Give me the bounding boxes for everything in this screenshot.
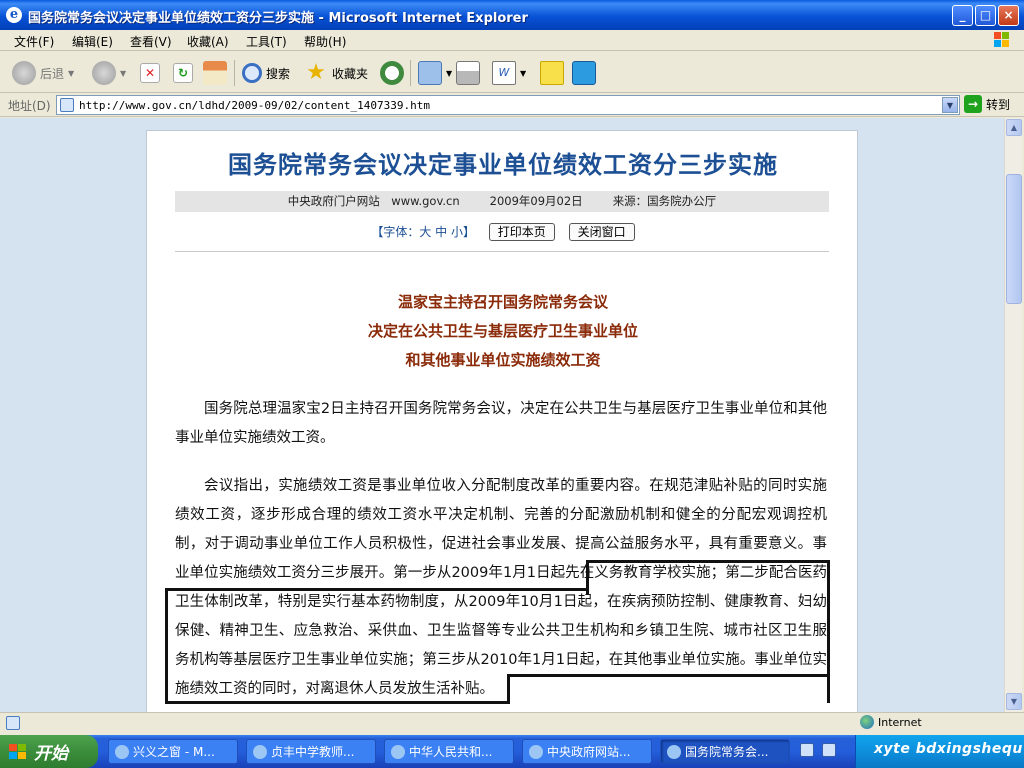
scroll-down-icon[interactable]: ▼ <box>1006 693 1022 710</box>
menu-edit[interactable]: 编辑(E) <box>72 33 113 50</box>
scroll-up-icon[interactable]: ▲ <box>1006 119 1022 136</box>
go-button[interactable]: → 转到 <box>964 95 1010 113</box>
title-bar: e 国务院常务会议决定事业单位绩效工资分三步实施 - Microsoft Int… <box>0 0 1024 30</box>
ie-logo-icon: e <box>6 7 22 23</box>
maximize-button[interactable]: □ <box>975 5 996 26</box>
history-button[interactable] <box>380 60 404 86</box>
toolbar: 后退 ▼ ▼ ✕ ↻ 搜索 ★ 收藏夹 ▼ W ▼ <box>0 52 1024 93</box>
stop-button[interactable]: ✕ <box>140 60 160 86</box>
printer-icon <box>456 61 480 85</box>
history-icon <box>380 61 404 85</box>
close-window-button[interactable]: 关闭窗口 <box>568 223 635 241</box>
ie-icon <box>115 744 129 759</box>
scroll-thumb[interactable] <box>1006 174 1022 304</box>
messenger-button[interactable] <box>572 60 596 86</box>
ie-icon <box>391 744 405 759</box>
zone-label: Internet <box>878 715 922 729</box>
menu-tools[interactable]: 工具(T) <box>246 33 287 50</box>
messenger-icon <box>572 61 596 85</box>
star-icon: ★ <box>306 60 326 85</box>
publish-date: 2009年09月02日 <box>489 194 583 208</box>
status-bar: Internet <box>0 712 1024 734</box>
print-button[interactable] <box>456 60 480 86</box>
font-size-selector[interactable]: 【字体：大 中 小】 <box>371 225 475 239</box>
ie-icon <box>667 744 681 759</box>
go-arrow-icon: → <box>964 95 982 113</box>
menu-file[interactable]: 文件(F) <box>14 33 54 50</box>
page-status-icon <box>6 716 20 730</box>
menu-help[interactable]: 帮助(H) <box>304 33 346 50</box>
windows-logo-icon <box>9 743 26 759</box>
highlight-box-bottom-edge <box>507 674 830 677</box>
ie-icon <box>529 744 543 759</box>
forward-arrow-icon <box>92 61 116 85</box>
system-tray: xyte bdxingshequ <box>855 735 1024 768</box>
search-icon <box>242 63 262 83</box>
divider <box>175 251 829 252</box>
address-bar: 地址(D) http://www.gov.cn/ldhd/2009-09/02/… <box>0 93 1024 117</box>
start-button[interactable]: 开始 <box>0 735 98 768</box>
article-source: 来源：国务院办公厅 <box>612 194 717 208</box>
help-icon[interactable] <box>822 743 836 757</box>
font-size-row: 【字体：大 中 小】 打印本页 关闭窗口 <box>147 223 859 241</box>
windows-flag-icon <box>994 32 1009 47</box>
word-edit-icon: W <box>492 61 516 85</box>
taskbar-item[interactable]: 贞丰中学教师... <box>246 739 376 764</box>
go-label: 转到 <box>986 97 1011 112</box>
forward-button[interactable]: ▼ <box>92 60 126 86</box>
taskbar-item-active[interactable]: 国务院常务会... <box>660 739 790 764</box>
subtitle-3: 和其他事业单位实施绩效工资 <box>405 351 601 369</box>
vertical-scrollbar[interactable]: ▲ ▼ <box>1004 118 1022 712</box>
ie-icon <box>253 744 267 759</box>
address-dropdown-icon[interactable]: ▼ <box>942 97 958 113</box>
security-zone: Internet <box>860 715 922 729</box>
address-url: http://www.gov.cn/ldhd/2009-09/02/conten… <box>79 99 430 112</box>
taskbar: 开始 兴义之窗 - M... 贞丰中学教师... 中华人民共和... 中央政府网… <box>0 735 1024 768</box>
search-button[interactable]: 搜索 <box>242 60 290 86</box>
stop-icon: ✕ <box>140 63 160 83</box>
article-meta: 中央政府门户网站 www.gov.cn 2009年09月02日 来源：国务院办公… <box>175 191 829 212</box>
keyboard-icon[interactable] <box>800 743 814 757</box>
mail-button[interactable]: ▼ <box>418 60 452 86</box>
back-label: 后退 <box>40 66 65 81</box>
taskbar-item[interactable]: 中央政府网站... <box>522 739 652 764</box>
taskbar-item[interactable]: 中华人民共和... <box>384 739 514 764</box>
menu-bar: 文件(F) 编辑(E) 查看(V) 收藏(A) 工具(T) 帮助(H) <box>0 30 1024 51</box>
home-button[interactable] <box>203 60 227 86</box>
refresh-icon: ↻ <box>173 63 193 83</box>
start-label: 开始 <box>34 744 68 764</box>
page-viewport: 国务院常务会议决定事业单位绩效工资分三步实施 中央政府门户网站 www.gov.… <box>0 118 1004 712</box>
globe-icon <box>860 715 874 729</box>
taskbar-item[interactable]: 兴义之窗 - M... <box>108 739 238 764</box>
paragraph-1: 国务院总理温家宝2日主持召开国务院常务会议，决定在公共卫生与基层医疗卫生事业单位… <box>175 401 827 446</box>
search-label: 搜索 <box>266 66 291 81</box>
back-arrow-icon <box>12 61 36 85</box>
discuss-button[interactable] <box>540 60 564 86</box>
subtitle-1: 温家宝主持召开国务院常务会议 <box>397 293 608 311</box>
print-page-button[interactable]: 打印本页 <box>488 223 555 241</box>
favorites-label: 收藏夹 <box>332 66 369 81</box>
edit-button[interactable]: W ▼ <box>492 60 526 86</box>
article-headline: 国务院常务会议决定事业单位绩效工资分三步实施 <box>228 150 778 179</box>
close-button[interactable]: × <box>998 5 1019 26</box>
favorites-button[interactable]: ★ 收藏夹 <box>304 60 368 86</box>
refresh-button[interactable]: ↻ <box>173 60 193 86</box>
window-title: 国务院常务会议决定事业单位绩效工资分三步实施 - Microsoft Inter… <box>28 11 528 26</box>
tray-watermark: xyte bdxingshequ <box>874 741 1023 757</box>
menu-view[interactable]: 查看(V) <box>130 33 172 50</box>
page-icon <box>60 98 74 112</box>
address-label: 地址(D) <box>8 99 51 113</box>
home-icon <box>203 61 227 85</box>
minimize-button[interactable]: _ <box>952 5 973 26</box>
address-input[interactable]: http://www.gov.cn/ldhd/2009-09/02/conten… <box>56 95 960 115</box>
menu-favorites[interactable]: 收藏(A) <box>187 33 229 50</box>
article-panel: 国务院常务会议决定事业单位绩效工资分三步实施 中央政府门户网站 www.gov.… <box>146 130 858 712</box>
subtitle-2: 决定在公共卫生与基层医疗卫生事业单位 <box>367 322 638 340</box>
mail-icon <box>418 61 442 85</box>
highlight-box-bottom <box>165 674 510 704</box>
back-button[interactable]: 后退 ▼ <box>12 60 74 86</box>
note-icon <box>540 61 564 85</box>
source-site: 中央政府门户网站 www.gov.cn <box>287 194 460 208</box>
highlight-box-step-edge <box>165 588 589 591</box>
